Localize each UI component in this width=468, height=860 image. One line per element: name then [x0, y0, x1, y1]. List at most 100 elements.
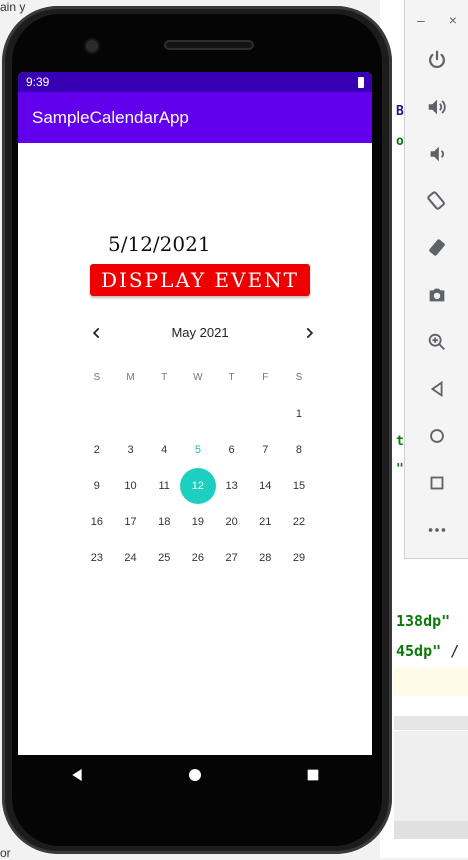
day-cell[interactable]: 20	[215, 504, 249, 540]
code-fragment: o	[396, 134, 404, 149]
day-number: 3	[127, 444, 134, 456]
day-number: 27	[225, 552, 238, 564]
empty-day-cell	[147, 396, 181, 432]
home-icon[interactable]	[423, 422, 451, 450]
weekday-label: T	[161, 372, 168, 383]
minimize-button[interactable]: –	[417, 12, 425, 28]
earpiece-speaker	[164, 40, 254, 50]
day-number: 16	[90, 516, 103, 528]
day-number: 24	[124, 552, 137, 564]
close-button[interactable]: ×	[449, 12, 457, 28]
code-fragment: B	[396, 104, 404, 119]
day-cell[interactable]: 23	[80, 540, 114, 576]
day-cell[interactable]: 19	[181, 504, 215, 540]
day-number: 21	[259, 516, 272, 528]
home-button[interactable]	[187, 767, 203, 788]
calendar-week-row: 23 24 25 26 27 28 29	[80, 540, 316, 576]
day-cell[interactable]: 1	[282, 396, 316, 432]
day-number: 12	[191, 480, 205, 492]
day-cell[interactable]: 2	[80, 432, 114, 468]
app-bar: SampleCalendarApp	[18, 92, 372, 143]
day-number: 2	[93, 444, 100, 456]
day-number: 13	[225, 480, 238, 492]
day-cell[interactable]: 22	[282, 504, 316, 540]
calendar-grid: S M T W T F S 1 2 3 4 5 6 7 8 9 10 11 12 13 14 15 16 17 18 19 20 21…	[80, 360, 316, 576]
day-cell[interactable]: 11	[147, 468, 181, 504]
day-cell[interactable]: 24	[114, 540, 148, 576]
day-cell[interactable]: 8	[282, 432, 316, 468]
volume-down-icon[interactable]	[423, 140, 451, 168]
weekday-label: M	[126, 372, 135, 383]
day-number: 19	[191, 516, 205, 528]
day-cell[interactable]: 15	[282, 468, 316, 504]
calendar-header: May 2021	[80, 320, 320, 346]
volume-up-icon[interactable]	[423, 93, 451, 121]
code-line: 138dp"	[396, 612, 451, 630]
camera-icon[interactable]	[423, 281, 451, 309]
day-cell[interactable]: 17	[114, 504, 148, 540]
rotate-left-icon[interactable]	[423, 187, 451, 215]
day-cell[interactable]: 10	[114, 468, 148, 504]
background-text-fragment: ain y	[0, 0, 26, 14]
day-cell[interactable]: 26	[181, 540, 215, 576]
display-event-button[interactable]: DISPLAY EVENT	[90, 264, 310, 296]
power-icon[interactable]	[423, 46, 451, 74]
day-number: 8	[295, 444, 303, 456]
back-icon[interactable]	[423, 375, 451, 403]
day-cell[interactable]: 29	[282, 540, 316, 576]
battery-icon	[358, 76, 364, 88]
day-number: 7	[262, 444, 269, 456]
day-number: 20	[225, 516, 238, 528]
day-cell-selected[interactable]: 12	[179, 468, 216, 504]
ide-panel	[394, 731, 468, 821]
day-cell[interactable]: 13	[215, 468, 249, 504]
overview-button[interactable]	[305, 767, 321, 788]
day-cell[interactable]: 18	[147, 504, 181, 540]
day-number: 18	[158, 516, 171, 528]
day-cell[interactable]: 3	[114, 432, 148, 468]
day-cell[interactable]: 28	[248, 540, 282, 576]
day-number: 10	[124, 480, 137, 492]
weekday-label: W	[193, 372, 203, 383]
overview-icon[interactable]	[423, 469, 451, 497]
calendar-week-row: 9 10 11 12 13 14 15	[80, 468, 316, 504]
day-number: 11	[158, 480, 170, 492]
empty-day-cell	[80, 396, 114, 432]
day-number: 22	[292, 516, 306, 528]
day-number: 25	[158, 552, 171, 564]
day-cell[interactable]: 14	[248, 468, 282, 504]
calendar-week-row: 16 17 18 19 20 21 22	[80, 504, 316, 540]
weekday-label: F	[262, 372, 269, 383]
day-cell[interactable]: 16	[80, 504, 114, 540]
day-cell[interactable]: 7	[248, 432, 282, 468]
back-button[interactable]	[69, 767, 85, 788]
day-number: 6	[228, 444, 235, 456]
app-title: SampleCalendarApp	[32, 107, 189, 127]
ide-statusbar	[394, 821, 468, 839]
home-icon	[189, 768, 201, 781]
weekday-label: T	[228, 372, 235, 383]
day-number: 1	[295, 408, 303, 420]
day-cell[interactable]: 6	[215, 432, 249, 468]
selected-date-text: 5/12/2021	[108, 232, 211, 256]
status-time: 9:39	[26, 75, 50, 89]
day-cell[interactable]: 27	[215, 540, 249, 576]
day-number: 15	[292, 480, 306, 492]
empty-day-cell	[248, 396, 282, 432]
empty-day-cell	[215, 396, 249, 432]
weekday-header-row: SMTWTFS	[80, 360, 316, 396]
day-cell[interactable]: 4	[147, 432, 181, 468]
weekday-label: S	[93, 372, 101, 383]
rotate-right-icon[interactable]	[423, 234, 451, 262]
day-cell[interactable]: 25	[147, 540, 181, 576]
ide-highlight-line	[394, 668, 468, 696]
more-icon[interactable]	[423, 516, 451, 544]
next-month-button[interactable]	[296, 320, 322, 346]
day-cell[interactable]: 21	[248, 504, 282, 540]
zoom-icon[interactable]	[423, 328, 451, 356]
day-cell-today[interactable]: 5	[181, 432, 215, 468]
day-cell[interactable]: 9	[80, 468, 114, 504]
day-number: 29	[292, 552, 306, 564]
day-number: 23	[90, 552, 103, 564]
calendar-week-row: 2 3 4 5 6 7 8	[80, 432, 316, 468]
